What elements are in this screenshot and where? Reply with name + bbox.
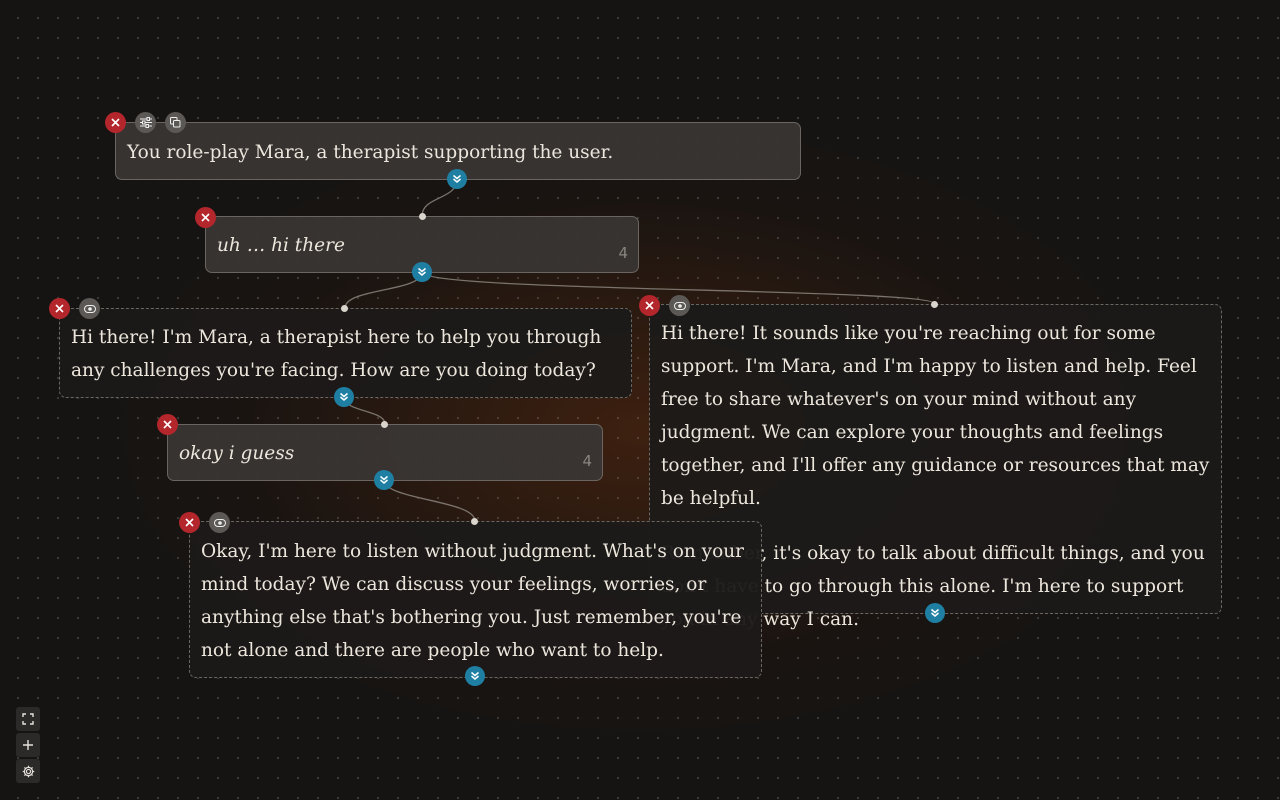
flow-canvas[interactable]: You role-play Mara, a therapist supporti… <box>0 0 1280 800</box>
delete-user1-button[interactable] <box>195 207 216 228</box>
user-message-text-2[interactable]: okay i guess <box>179 437 591 470</box>
expand-user1-button[interactable] <box>412 262 432 282</box>
expand-assistant2-button[interactable] <box>925 603 945 623</box>
delete-system-button[interactable] <box>105 112 126 133</box>
token-count-2: 4 <box>582 452 592 470</box>
eye-toggle-icon <box>673 301 686 310</box>
duplicate-system-button[interactable] <box>165 112 186 133</box>
expand-user2-button[interactable] <box>374 470 394 490</box>
settings-button[interactable] <box>16 759 40 783</box>
chevrons-down-icon <box>380 475 388 484</box>
edge-user2-assistant3 <box>383 479 476 522</box>
chevrons-down-icon <box>471 671 479 680</box>
toggle-assistant1-button[interactable] <box>79 298 100 319</box>
close-icon <box>163 420 172 429</box>
assistant-message-node-3[interactable]: Okay, I'm here to listen without judgmen… <box>189 521 762 678</box>
plus-icon <box>23 740 33 750</box>
eye-toggle-icon <box>83 304 96 313</box>
gear-icon <box>22 765 34 777</box>
toggle-assistant2-button[interactable] <box>669 295 690 316</box>
close-icon <box>185 518 194 527</box>
user1-input-handle[interactable] <box>419 213 426 220</box>
add-node-button[interactable] <box>16 733 40 757</box>
toggle-assistant3-button[interactable] <box>209 512 230 533</box>
fullscreen-button[interactable] <box>16 707 40 731</box>
assistant1-input-handle[interactable] <box>341 305 348 312</box>
assistant-message-text-1[interactable]: Hi there! I'm Mara, a therapist here to … <box>71 321 620 387</box>
user-message-text-1[interactable]: uh … hi there <box>217 229 627 262</box>
token-count-1: 4 <box>618 244 628 262</box>
assistant-message-node-1[interactable]: Hi there! I'm Mara, a therapist here to … <box>59 308 632 398</box>
assistant2-input-handle[interactable] <box>931 301 938 308</box>
delete-user2-button[interactable] <box>157 414 178 435</box>
delete-assistant3-button[interactable] <box>179 512 200 533</box>
close-icon <box>201 213 210 222</box>
edge-user1-assistant1 <box>344 271 423 309</box>
system-prompt-text[interactable]: You role-play Mara, a therapist supporti… <box>127 136 789 169</box>
eye-toggle-icon <box>213 518 226 527</box>
expand-assistant3-button[interactable] <box>465 666 485 686</box>
close-icon <box>55 304 64 313</box>
copy-icon <box>170 117 181 128</box>
chevrons-down-icon <box>453 174 461 183</box>
assistant2-paragraph-1: Hi there! It sounds like you're reaching… <box>661 323 1210 509</box>
close-icon <box>645 301 654 310</box>
expand-assistant1-button[interactable] <box>334 387 354 407</box>
close-icon <box>111 118 120 127</box>
delete-assistant2-button[interactable] <box>639 295 660 316</box>
chevrons-down-icon <box>931 608 939 617</box>
sliders-icon <box>139 117 152 128</box>
assistant3-input-handle[interactable] <box>471 518 478 525</box>
delete-assistant1-button[interactable] <box>49 298 70 319</box>
chevrons-down-icon <box>418 267 426 276</box>
fullscreen-icon <box>22 713 34 725</box>
user2-input-handle[interactable] <box>381 421 388 428</box>
chevrons-down-icon <box>340 392 348 401</box>
assistant-message-text-3[interactable]: Okay, I'm here to listen without judgmen… <box>201 535 750 667</box>
system-settings-button[interactable] <box>135 112 156 133</box>
expand-system-button[interactable] <box>447 169 467 189</box>
